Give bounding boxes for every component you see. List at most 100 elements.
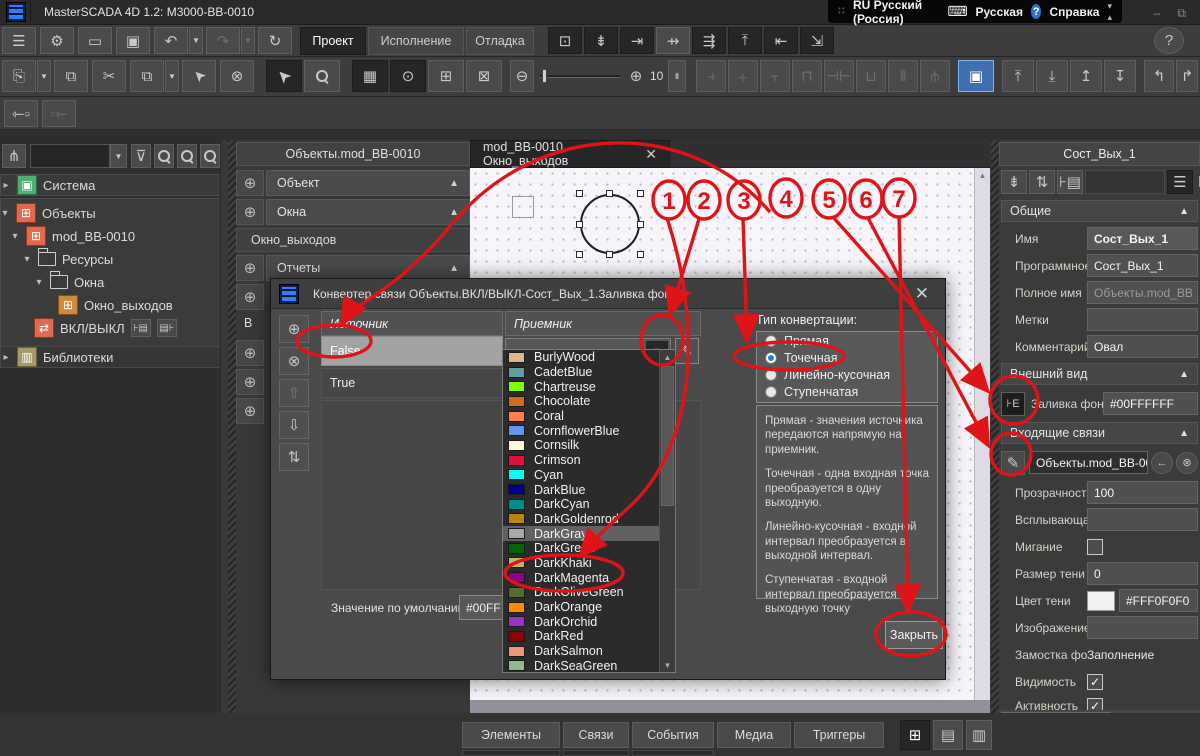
grid-size-button[interactable]: ⊠ <box>466 60 502 92</box>
paste-dropdown-icon[interactable]: ▼ <box>37 60 51 92</box>
tree-export-button[interactable]: ⇥ <box>620 27 654 54</box>
selection-handle[interactable] <box>606 190 613 197</box>
shadow-size-field[interactable]: 0 <box>1087 562 1198 585</box>
name-field[interactable]: Сост_Вых_1 <box>1087 227 1198 250</box>
rotate-button[interactable]: ↰ <box>1144 60 1174 92</box>
selection-handle[interactable] <box>576 221 583 228</box>
radio-step[interactable]: Ступенчатая <box>757 383 937 400</box>
row-move-down-button[interactable]: ⇩ <box>279 411 309 439</box>
align-middle-button[interactable]: ⊣⊢ <box>824 60 854 92</box>
color-option[interactable]: CornflowerBlue <box>503 423 659 438</box>
add-icon[interactable]: ⊕ <box>236 255 264 281</box>
color-option[interactable]: DarkOrchid <box>503 614 659 629</box>
copy-button[interactable]: ⧉ <box>54 60 88 92</box>
bottom-tab-media[interactable]: Медиа <box>717 722 791 748</box>
arrow-list-button[interactable]: ⇲ <box>800 27 834 54</box>
help-circle-button[interactable]: ? <box>1154 27 1184 54</box>
tree-item-on-off[interactable]: ⇄ ВКЛ/ВЫКЛ ⊦▤ ▤⊦ <box>34 317 177 339</box>
align-bottom-button[interactable]: ⊔ <box>856 60 886 92</box>
selection-handle[interactable] <box>637 221 644 228</box>
bottom-tab-links[interactable]: Связи <box>563 722 629 748</box>
back-arrow-icon[interactable]: ← <box>1151 452 1173 474</box>
dialog-close-icon[interactable]: ✕ <box>907 284 937 304</box>
color-option[interactable]: DarkCyan <box>503 497 659 512</box>
columns-view-button[interactable]: ▥ <box>966 720 992 750</box>
color-option[interactable]: DarkOrange <box>503 600 659 615</box>
help-label[interactable]: Справка <box>1049 5 1099 19</box>
collapse-icon[interactable]: ▲ <box>1179 206 1189 217</box>
add-icon[interactable]: ⊕ <box>236 369 264 395</box>
list-view-button[interactable]: ☰ <box>1167 170 1193 194</box>
opacity-field[interactable]: 100 <box>1087 481 1198 504</box>
link-fill-icon[interactable]: ⊦Е <box>1001 392 1025 416</box>
project-settings-button[interactable]: ☰ <box>2 27 36 54</box>
row-add-button[interactable]: ⊕ <box>279 315 309 343</box>
grid-snap-button[interactable]: ⊙ <box>390 60 426 92</box>
search-down-icon[interactable] <box>200 144 220 168</box>
radio-icon[interactable] <box>765 335 777 347</box>
color-option[interactable]: Chartreuse <box>503 379 659 394</box>
grid-show-button[interactable]: ▦ <box>352 60 388 92</box>
undo-dropdown-icon[interactable]: ▼ <box>189 27 203 54</box>
radio-icon[interactable] <box>765 386 777 398</box>
radio-point[interactable]: Точечная <box>757 349 937 366</box>
align-left-button[interactable]: ⫞ <box>696 60 726 92</box>
collapse-icon[interactable]: ▲ <box>1179 369 1189 380</box>
bottom-tab-elements[interactable]: Элементы <box>462 722 560 748</box>
tab-project[interactable]: Проект <box>300 27 366 55</box>
color-option[interactable]: DarkOliveGreen <box>503 585 659 600</box>
tab-debug[interactable]: Отладка <box>466 27 534 55</box>
tree-item-objects[interactable]: ▾ ⊞ Объекты <box>0 202 96 224</box>
panel-divider[interactable] <box>228 140 236 756</box>
color-option[interactable]: DarkRed <box>503 629 659 644</box>
color-option[interactable]: BurlyWood <box>503 350 659 365</box>
tree-item-resources[interactable]: ▾ Ресурсы <box>22 248 113 270</box>
save-button[interactable]: ▣ <box>116 27 150 54</box>
row-delete-button[interactable]: ⊗ <box>279 347 309 375</box>
align-top-button[interactable]: ⊓ <box>792 60 822 92</box>
tree-scrollbar[interactable] <box>220 140 228 756</box>
refresh-button[interactable]: ↻ <box>258 27 292 54</box>
add-icon[interactable]: ⊕ <box>236 340 264 366</box>
search-dropdown-icon[interactable]: ▼ <box>110 144 127 168</box>
source-row-false[interactable]: False <box>321 336 503 366</box>
color-option[interactable]: DarkBlue <box>503 482 659 497</box>
window-list-item[interactable]: Окно_выходов <box>236 228 470 252</box>
bring-forward-button[interactable]: ↥ <box>1070 60 1102 92</box>
langbar-options-icon[interactable]: ▾▴ <box>1107 1 1112 23</box>
tree-item-mod-bb-0010[interactable]: ▾ ⊞ mod_BB-0010 <box>10 225 135 247</box>
cursor-tool-button[interactable]: ➤ <box>266 60 302 92</box>
programmatic-field[interactable]: Сост_Вых_1 <box>1087 254 1198 277</box>
redo-dropdown-icon[interactable]: ▼ <box>241 27 255 54</box>
remove-link-icon[interactable]: ⊗ <box>1176 452 1198 474</box>
align-right-button[interactable]: ⫟ <box>760 60 790 92</box>
add-icon[interactable]: ⊕ <box>236 170 264 196</box>
color-option[interactable]: DarkMagenta <box>503 570 659 585</box>
open-project-button[interactable]: ▭ <box>78 27 112 54</box>
section-general[interactable]: Общие▲ <box>1001 200 1198 222</box>
undo-button[interactable]: ↶ <box>154 27 188 54</box>
radio-icon[interactable] <box>765 369 777 381</box>
color-option[interactable]: DarkGray <box>503 526 659 541</box>
collapse-icon[interactable]: ▲ <box>449 178 459 189</box>
color-option[interactable]: Coral <box>503 409 659 424</box>
grid-align-button[interactable]: ⊞ <box>428 60 464 92</box>
search-up-icon[interactable] <box>177 144 197 168</box>
grip-icon[interactable]: ∷ <box>838 6 845 17</box>
add-icon[interactable]: ⊕ <box>236 398 264 424</box>
expander-icon[interactable]: ▾ <box>10 231 20 242</box>
select-object-button[interactable]: ➤ <box>182 60 216 92</box>
tree-item-windows[interactable]: ▾ Окна <box>34 271 104 293</box>
align-center-button[interactable]: ⧾ <box>728 60 758 92</box>
color-option[interactable]: CadetBlue <box>503 365 659 380</box>
collapse-icon[interactable]: ▲ <box>1179 428 1189 439</box>
tree-item-libraries[interactable]: ▸ ▥ Библиотеки <box>0 346 226 368</box>
scroll-up-icon[interactable]: ▲ <box>660 350 675 364</box>
collapse-icon[interactable]: ▲ <box>449 207 459 218</box>
upload-button[interactable]: ⤒ <box>728 27 762 54</box>
selection-handle[interactable] <box>637 190 644 197</box>
zoom-out-icon[interactable]: ⊖ <box>510 60 534 92</box>
tree-add-button[interactable]: ⇶ <box>692 27 726 54</box>
bg-tile-value[interactable]: Заполнение <box>1087 648 1154 662</box>
tab-runtime[interactable]: Исполнение <box>368 27 464 55</box>
